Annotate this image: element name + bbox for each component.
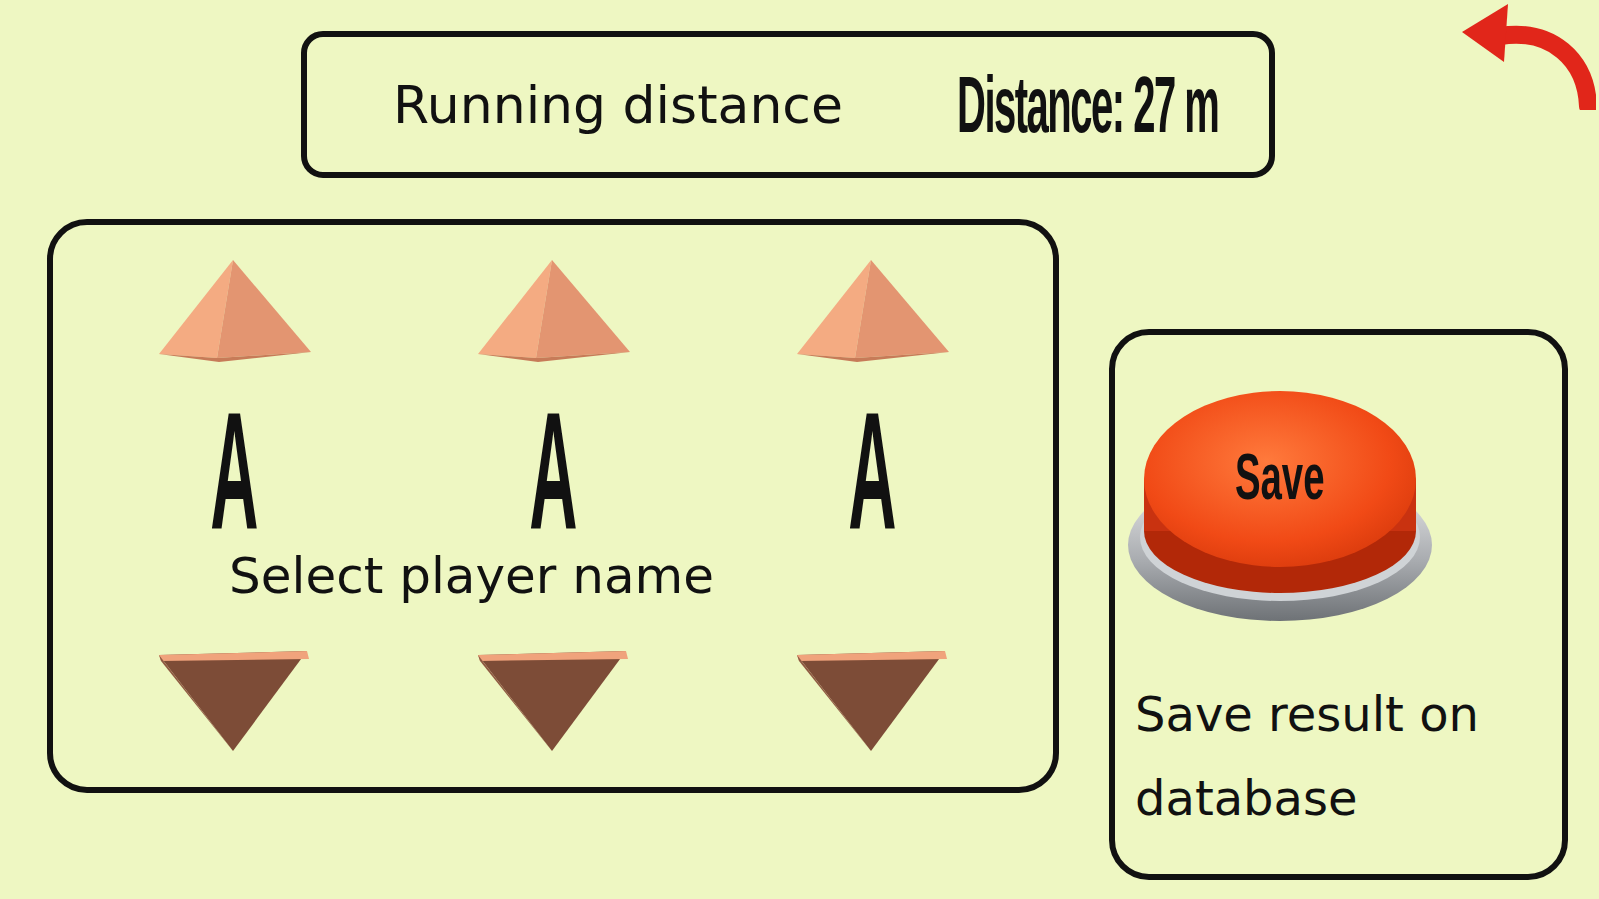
letter-down-button[interactable] [795,649,951,755]
picker-cell: A [713,387,1032,554]
picker-cell [394,649,713,755]
name-picker-panel: A A ASelect player name [47,219,1059,793]
picker-cell [75,258,394,364]
name-letter: A [210,387,258,554]
letter-row: AAA [53,387,1053,554]
save-label: Save result on database [1125,672,1552,840]
up-arrow-row [53,258,1053,364]
picker-label: Select player name [53,547,1053,605]
arrow-up-icon [157,258,313,364]
distance-value: Distance: 27 m [957,65,1218,145]
header-title: Running distance [393,75,843,135]
letter-up-button[interactable] [795,258,951,364]
letter-up-button[interactable] [476,258,632,364]
bottom-row: A A ASelect player name Save Save result on … [0,219,1599,880]
arrow-down-icon [795,649,951,755]
name-entry-screen: Running distance Distance: 27 m A A ASelect … [0,0,1599,899]
picker-cell [75,649,394,755]
save-button[interactable]: Save [1125,387,1435,627]
top-row: Running distance Distance: 27 m [0,0,1599,219]
picker-cell [394,258,713,364]
distance-header: Running distance Distance: 27 m [301,31,1275,178]
arrow-down-icon [157,649,313,755]
save-button-text: Save [1235,445,1325,509]
picker-cell: A [394,387,713,554]
picker-cell: A [75,387,394,554]
save-panel: Save Save result on database [1109,329,1568,880]
down-arrow-row [53,649,1053,755]
picker-cell [713,649,1032,755]
arrow-down-icon [476,649,632,755]
letter-down-button[interactable] [476,649,632,755]
back-arrow-icon [1460,2,1596,110]
name-letter: A [848,387,896,554]
arrow-up-icon [476,258,632,364]
letter-up-button[interactable] [157,258,313,364]
picker-cell [713,258,1032,364]
name-letter: A [529,387,577,554]
back-button[interactable] [1460,2,1596,110]
save-button-label: Save [1205,445,1354,509]
letter-down-button[interactable] [157,649,313,755]
arrow-up-icon [795,258,951,364]
